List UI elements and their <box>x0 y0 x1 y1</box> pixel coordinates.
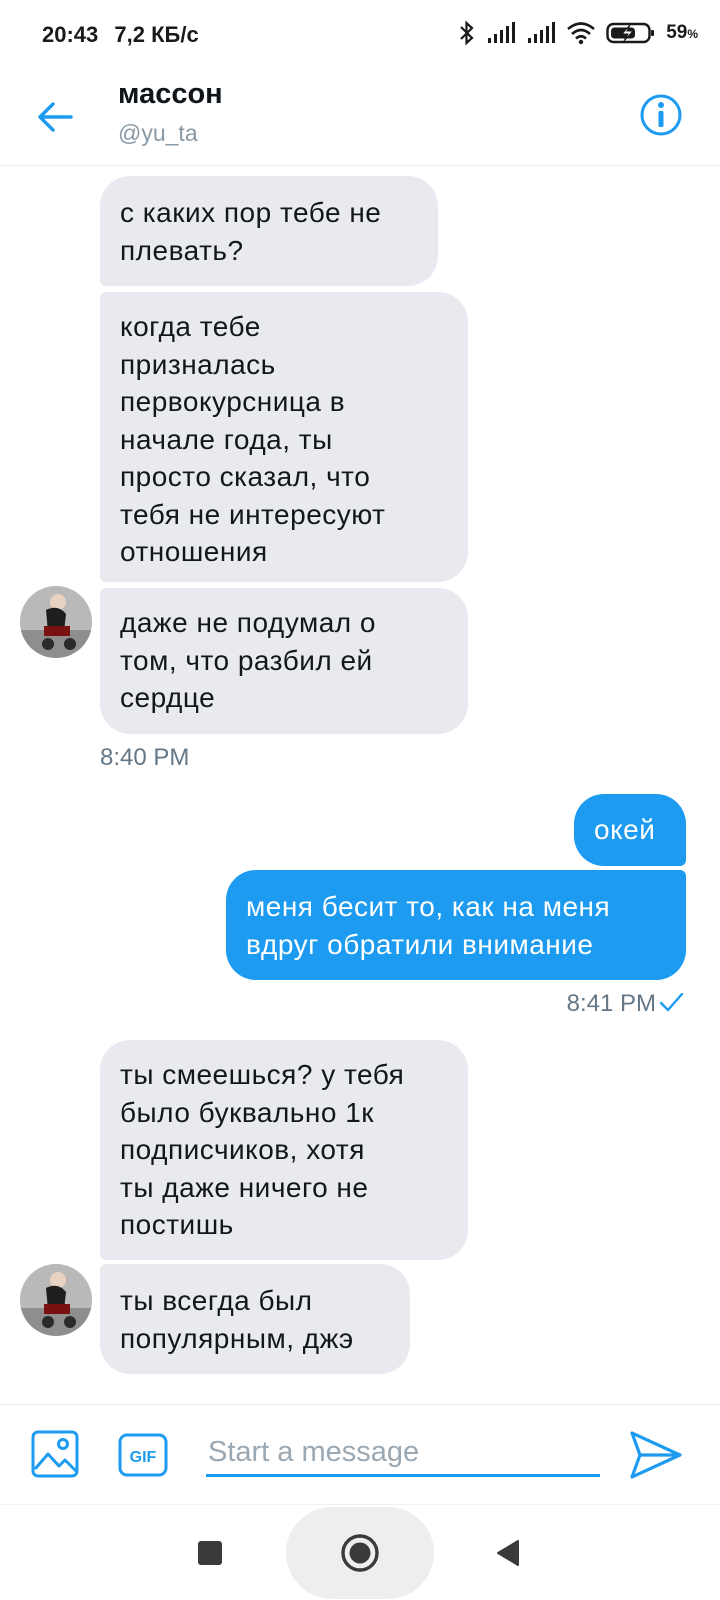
battery-percent: 59% <box>666 22 698 43</box>
incoming-message[interactable]: когда тебе призналась первокурсница в на… <box>100 292 468 582</box>
message-line: меня бесит то, как на меня <box>246 891 611 922</box>
svg-text:GIF: GIF <box>130 1449 157 1466</box>
recents-button[interactable] <box>188 1531 232 1575</box>
message-composer: GIF <box>0 1404 720 1504</box>
signal-icon-1 <box>488 22 516 43</box>
avatar-image <box>20 586 92 658</box>
message-line: вдруг обратили внимание <box>246 928 594 960</box>
network-speed: 7,2 КБ/с <box>114 22 199 47</box>
message-line: подписчиков, хотя <box>120 1134 365 1165</box>
message-line: отношения <box>120 536 268 567</box>
battery-icon <box>606 22 655 44</box>
status-time: 20:43 <box>42 22 99 47</box>
info-circle-icon <box>640 94 682 136</box>
message-line: постишь <box>120 1209 234 1240</box>
message-line: плевать? <box>120 234 244 266</box>
system-back-button[interactable] <box>486 1531 530 1575</box>
system-nav-bar <box>0 1504 720 1600</box>
contact-avatar[interactable] <box>20 586 92 658</box>
message-line: ты смеешься? у тебя <box>120 1059 405 1090</box>
conversation-info-button[interactable] <box>634 88 688 142</box>
bluetooth-icon <box>460 20 474 46</box>
incoming-message[interactable]: с каких пор тебе не плевать? <box>100 176 438 286</box>
checkmark-icon <box>659 992 684 1012</box>
message-line: популярным, джэ <box>120 1322 354 1354</box>
message-list[interactable]: с каких пор тебе не плевать? когда тебе … <box>0 168 720 1404</box>
message-line: окей <box>594 814 656 845</box>
conversation-header: массон @yu_ta <box>0 72 720 166</box>
message-input[interactable] <box>206 1431 600 1477</box>
contact-handle: @yu_ta <box>118 120 198 146</box>
message-timestamp: 8:40 PM <box>100 744 190 771</box>
incoming-message[interactable]: ты смеешься? у тебя было буквально 1к по… <box>100 1040 468 1260</box>
arrow-left-icon <box>38 102 73 132</box>
gif-icon: GIF <box>118 1433 168 1477</box>
contact-name[interactable]: массон <box>118 78 223 111</box>
send-icon <box>630 1431 682 1479</box>
message-line: просто сказал, что <box>120 461 371 492</box>
send-button[interactable] <box>628 1427 684 1483</box>
message-line: том, что разбил ей <box>120 644 373 676</box>
message-line: ты всегда был <box>120 1285 313 1316</box>
avatar-image <box>20 1264 92 1336</box>
signal-icon-2 <box>528 22 556 43</box>
image-icon <box>31 1430 79 1478</box>
message-line: начале года, ты <box>120 423 333 455</box>
home-button[interactable] <box>338 1531 382 1575</box>
outgoing-message[interactable]: окей <box>574 794 686 866</box>
message-line: с каких пор тебе не <box>120 197 382 228</box>
outgoing-message[interactable]: меня бесит то, как на меня вдруг обратил… <box>226 870 686 980</box>
incoming-message[interactable]: даже не подумал о том, что разбил ей сер… <box>100 588 468 734</box>
status-left: 20:43 7,2 КБ/с <box>42 22 209 48</box>
message-line: первокурсница в <box>120 386 346 417</box>
message-line: призналась <box>120 348 276 380</box>
message-timestamp: 8:41 PM <box>567 990 684 1018</box>
message-line: когда тебе <box>120 311 261 342</box>
message-line: тебя не интересуют <box>120 498 386 530</box>
message-line: даже не подумал о <box>120 607 376 638</box>
message-line: сердце <box>120 682 216 713</box>
add-gif-button[interactable]: GIF <box>118 1433 168 1477</box>
triangle-back-icon <box>497 1540 519 1566</box>
status-right: 59% <box>458 20 698 46</box>
timestamp-text: 8:41 PM <box>566 990 656 1017</box>
message-line: было буквально 1к <box>120 1096 375 1128</box>
message-line: ты даже ничего не <box>120 1171 369 1203</box>
back-button[interactable] <box>30 92 80 142</box>
wifi-icon <box>567 22 596 45</box>
add-photo-button[interactable] <box>30 1429 80 1479</box>
incoming-message[interactable]: ты всегда был популярным, джэ <box>100 1264 410 1374</box>
status-bar: 20:43 7,2 КБ/с 59% <box>0 0 720 72</box>
square-icon <box>198 1541 222 1565</box>
contact-avatar[interactable] <box>20 1264 92 1336</box>
circle-icon <box>341 1534 379 1572</box>
